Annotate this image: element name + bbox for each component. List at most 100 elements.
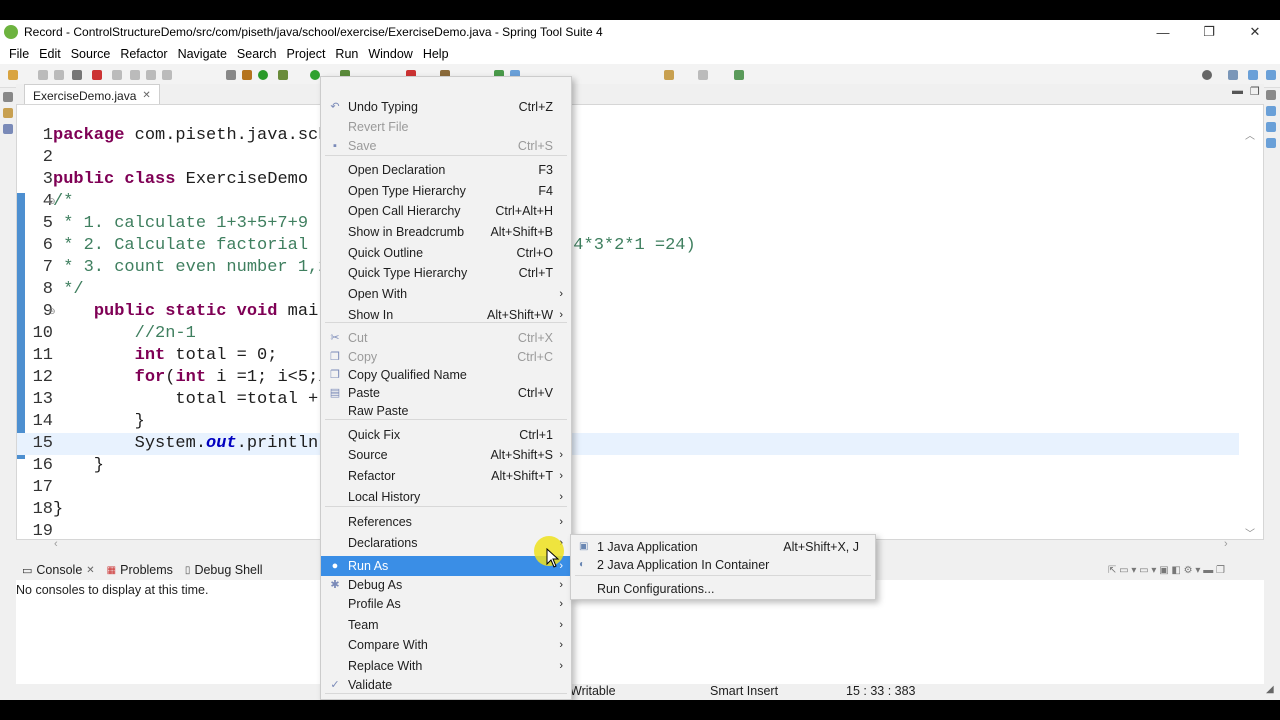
menu-help[interactable]: Help xyxy=(418,47,454,61)
menu-item-cut[interactable]: ✂ Cut Ctrl+X xyxy=(321,328,571,348)
java-perspective-icon[interactable] xyxy=(1248,70,1258,80)
scroll-left-icon[interactable]: ‹ xyxy=(54,538,58,550)
menu-item-team[interactable]: Team › xyxy=(321,615,571,635)
debug-toolbar-icon[interactable] xyxy=(278,70,288,80)
code-line[interactable]: 14 } xyxy=(17,411,1239,433)
package-explorer-icon[interactable] xyxy=(3,108,13,118)
code-line[interactable]: 13 total =total + xyxy=(17,389,1239,411)
menu-item-show-in-breadcrumb[interactable]: Show in Breadcrumb Alt+Shift+B xyxy=(321,222,571,242)
menu-item-run-as[interactable]: ● Run As › xyxy=(321,556,571,576)
new-icon[interactable] xyxy=(8,70,18,80)
submenu-item-run-configurations[interactable]: Run Configurations... xyxy=(571,579,875,599)
search-icon[interactable] xyxy=(1202,70,1212,80)
menu-item-open-with[interactable]: Open With › xyxy=(321,284,571,304)
menu-item-validate[interactable]: ✓ Validate xyxy=(321,675,571,695)
menu-item-undo-typing[interactable]: ↶ Undo Typing Ctrl+Z xyxy=(321,97,571,117)
menu-item-quick-fix[interactable]: Quick Fix Ctrl+1 xyxy=(321,425,571,445)
spring-explorer-icon[interactable] xyxy=(1266,138,1276,148)
code-line[interactable]: 11 int total = 0; xyxy=(17,345,1239,367)
run-toolbar-icon[interactable] xyxy=(310,70,320,80)
outline-icon[interactable] xyxy=(3,124,13,134)
code-line[interactable]: 10 //2n-1 xyxy=(17,323,1239,345)
spring-boot-icon[interactable] xyxy=(258,70,268,80)
menu-item-quick-outline[interactable]: Quick Outline Ctrl+O xyxy=(321,243,571,263)
menu-item-open-type-hierarchy[interactable]: Open Type Hierarchy F4 xyxy=(321,181,571,201)
print-icon[interactable] xyxy=(72,70,82,80)
close-window-button[interactable]: ✕ xyxy=(1232,20,1278,44)
code-line[interactable]: 3 public class ExerciseDemo { xyxy=(17,169,1239,191)
code-editor[interactable]: 1 package com.piseth.java.sch 2 3 public cla… xyxy=(16,104,1264,540)
menu-item-paste[interactable]: ▤ Paste Ctrl+V xyxy=(321,383,571,403)
debug-tools-icon[interactable] xyxy=(242,70,252,80)
restore-right-icon[interactable] xyxy=(1266,90,1276,100)
code-line[interactable]: 9 ⊖ public static void mair xyxy=(17,301,1239,323)
pin-editor-icon[interactable] xyxy=(734,70,744,80)
menu-item-preferences[interactable]: Preferences... xyxy=(321,699,571,700)
minimize-editor-icon[interactable]: ▬ xyxy=(1232,85,1243,97)
menu-item-save[interactable]: ▪ Save Ctrl+S xyxy=(321,136,571,156)
menu-item-refactor[interactable]: Refactor Alt+Shift+T › xyxy=(321,466,571,486)
tab-console[interactable]: ▭ Console ✕ xyxy=(16,563,101,577)
maximize-editor-icon[interactable]: ❐ xyxy=(1250,85,1260,98)
close-tab-icon[interactable]: ✕ xyxy=(142,90,150,101)
menu-item-open-call-hierarchy[interactable]: Open Call Hierarchy Ctrl+Alt+H xyxy=(321,201,571,221)
close-console-icon[interactable]: ✕ xyxy=(86,565,94,576)
menu-item-compare-with[interactable]: Compare With › xyxy=(321,635,571,655)
open-perspective-icon[interactable] xyxy=(1228,70,1238,80)
menu-source[interactable]: Source xyxy=(66,47,116,61)
back-icon[interactable] xyxy=(664,70,674,80)
submenu-item-1-java-application[interactable]: ▣ 1 Java Application Alt+Shift+X, J xyxy=(571,537,875,557)
console-toolbar-icons[interactable]: ⇱ ▭ ▾ ▭ ▾ ▣ ◧ ⚙ ▾ ▬ ❐ xyxy=(1108,565,1225,576)
code-line[interactable]: 18} xyxy=(17,499,1239,521)
restore-button[interactable]: ❐ xyxy=(1186,20,1232,44)
code-line[interactable]: 5 * 1. calculate 1+3+5+7+9 ( xyxy=(17,213,1239,235)
scroll-right-icon[interactable]: › xyxy=(1224,538,1228,550)
code-line[interactable]: 17 xyxy=(17,477,1239,499)
code-line[interactable]: 7 * 3. count even number 1,2 xyxy=(17,257,1239,279)
tab-debug-shell[interactable]: ▯ Debug Shell xyxy=(179,563,269,577)
menu-item-replace-with[interactable]: Replace With › xyxy=(321,656,571,676)
menu-item-copy[interactable]: ❐ Copy Ctrl+C xyxy=(321,347,571,367)
menu-file[interactable]: File xyxy=(4,47,34,61)
menu-window[interactable]: Window xyxy=(363,47,417,61)
menu-item-debug-as[interactable]: ✱ Debug As › xyxy=(321,575,571,595)
menu-item-copy-qualified-name[interactable]: ❐ Copy Qualified Name xyxy=(321,365,571,385)
outline-right-icon[interactable] xyxy=(1266,122,1276,132)
menu-refactor[interactable]: Refactor xyxy=(115,47,172,61)
code-line[interactable]: 6 * 2. Calculate factorial ( ;(4! = 4*3*… xyxy=(17,235,1239,257)
tab-exercisedemo[interactable]: ExerciseDemo.java ✕ xyxy=(24,84,160,104)
menu-item-references[interactable]: References › xyxy=(321,512,571,532)
stop-icon[interactable] xyxy=(146,70,156,80)
skip-breakpoints-icon[interactable] xyxy=(226,70,236,80)
code-line[interactable]: 8 */ xyxy=(17,279,1239,301)
disconnect-icon[interactable] xyxy=(162,70,172,80)
task-list-icon[interactable] xyxy=(1266,106,1276,116)
save-all-icon[interactable] xyxy=(54,70,64,80)
resume-icon[interactable] xyxy=(112,70,122,80)
code-line[interactable]: 16 } xyxy=(17,455,1239,477)
code-line[interactable]: 1 package com.piseth.java.sch xyxy=(17,125,1239,147)
menu-item-raw-paste[interactable]: Raw Paste xyxy=(321,401,571,421)
terminate-icon[interactable] xyxy=(92,70,102,80)
submenu-item-2-java-application-in-container[interactable]: ◐ 2 Java Application In Container xyxy=(571,555,875,575)
restore-view-icon[interactable] xyxy=(3,92,13,102)
menu-search[interactable]: Search xyxy=(232,47,282,61)
debug-perspective-icon[interactable] xyxy=(1266,70,1276,80)
menu-item-profile-as[interactable]: Profile As › xyxy=(321,594,571,614)
menu-item-source[interactable]: Source Alt+Shift+S › xyxy=(321,445,571,465)
menu-edit[interactable]: Edit xyxy=(34,47,66,61)
code-line[interactable]: 12 for(int i =1; i<5;i xyxy=(17,367,1239,389)
scroll-down-icon[interactable]: ﹀ xyxy=(1245,525,1255,539)
code-line[interactable]: 15 System.out.println( xyxy=(17,433,1239,455)
save-toolbar-icon[interactable] xyxy=(38,70,48,80)
tab-problems[interactable]: ▦ Problems xyxy=(101,563,179,577)
menu-navigate[interactable]: Navigate xyxy=(173,47,232,61)
forward-icon[interactable] xyxy=(698,70,708,80)
menu-item-open-declaration[interactable]: Open Declaration F3 xyxy=(321,160,571,180)
minimize-button[interactable]: — xyxy=(1140,20,1186,44)
menu-item-revert-file[interactable]: Revert File xyxy=(321,117,571,137)
code-line[interactable]: 4 ⊖/* xyxy=(17,191,1239,213)
menu-run[interactable]: Run xyxy=(330,47,363,61)
menu-item-quick-type-hierarchy[interactable]: Quick Type Hierarchy Ctrl+T xyxy=(321,263,571,283)
scroll-up-icon[interactable]: ︿ xyxy=(1245,127,1255,142)
